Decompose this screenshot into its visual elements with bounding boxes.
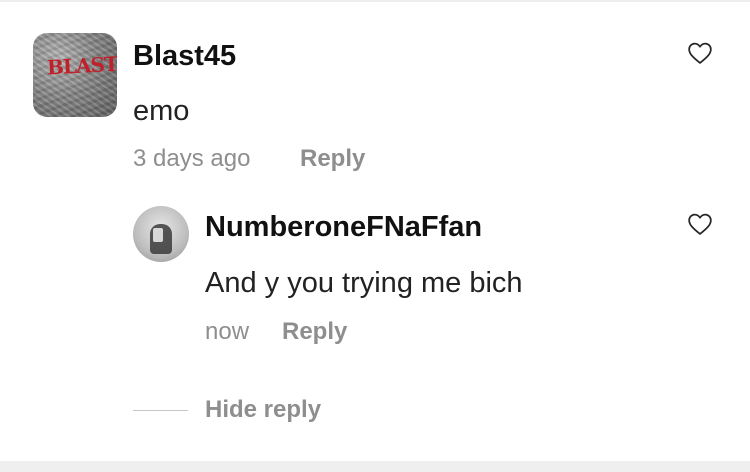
bottom-divider bbox=[0, 461, 750, 472]
reply-reply-button[interactable]: Reply bbox=[282, 318, 347, 346]
avatar-phone bbox=[153, 228, 163, 242]
comment-timestamp: 3 days ago bbox=[133, 145, 251, 172]
comment-text: emo bbox=[133, 95, 190, 127]
hide-replies-button[interactable]: Hide reply bbox=[205, 396, 321, 424]
hide-replies-line bbox=[133, 410, 188, 411]
heart-outline-icon[interactable] bbox=[687, 41, 713, 65]
top-divider bbox=[0, 0, 750, 2]
reply-avatar[interactable] bbox=[133, 206, 189, 262]
heart-outline-icon[interactable] bbox=[687, 212, 713, 236]
reply-text: And y you trying me bich bbox=[205, 267, 523, 299]
comment-username[interactable]: Blast45 bbox=[133, 40, 236, 73]
avatar-logo: BLAST bbox=[46, 51, 117, 80]
reply-username[interactable]: NumberoneFNaFfan bbox=[205, 211, 482, 244]
reply-button[interactable]: Reply bbox=[300, 145, 365, 173]
avatar[interactable]: BLAST bbox=[33, 33, 117, 117]
reply-timestamp: now bbox=[205, 318, 250, 345]
